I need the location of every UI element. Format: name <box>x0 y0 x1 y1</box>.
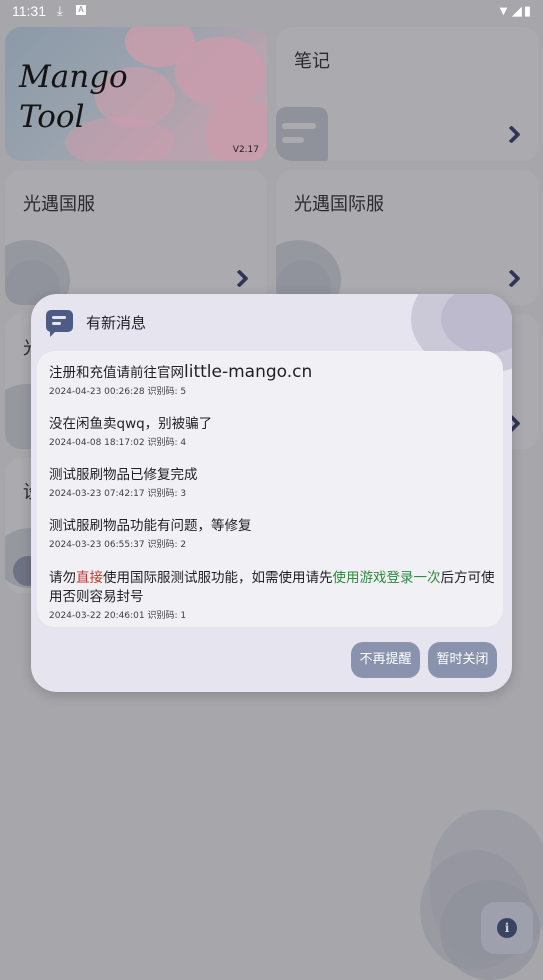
message-item: 测试服刷物品功能有问题，等修复 2024-03-23 06:55:37 识别码:… <box>49 517 495 550</box>
dialog-title: 有新消息 <box>86 314 147 332</box>
sky-cn-card[interactable]: 光遇国服 <box>5 170 267 305</box>
chevron-right-icon <box>502 269 521 288</box>
new-message-dialog: 有新消息 注册和充值请前往官网little-mango.cn 2024-04-2… <box>31 294 512 692</box>
notes-card-title: 笔记 <box>294 51 330 72</box>
chevron-right-icon <box>230 269 249 288</box>
info-icon: i <box>497 918 517 938</box>
message-item: 测试服刷物品已修复完成 2024-03-23 07:42:17 识别码: 3 <box>49 466 495 499</box>
status-bar: 11:31 ⤓ A ▼◢▮ <box>0 0 543 24</box>
dont-remind-button[interactable]: 不再提醒 <box>351 642 420 678</box>
wifi-icon: ▼ <box>496 3 512 18</box>
info-button[interactable]: i <box>481 902 533 954</box>
message-meta: 2024-03-23 07:42:17 识别码: 3 <box>49 489 187 499</box>
message-meta: 2024-04-23 00:26:28 识别码: 5 <box>49 387 187 397</box>
message-icon <box>46 310 73 337</box>
website-link[interactable]: little-mango.cn <box>184 362 312 382</box>
close-temporarily-button[interactable]: 暂时关闭 <box>428 642 497 678</box>
message-meta: 2024-04-08 18:17:02 识别码: 4 <box>49 438 187 448</box>
sky-cn-card-title: 光遇国服 <box>23 194 95 215</box>
chevron-right-icon <box>502 125 521 144</box>
clock: 11:31 <box>12 3 46 19</box>
message-list: 注册和充值请前往官网little-mango.cn 2024-04-23 00:… <box>37 351 503 627</box>
message-item: 注册和充值请前往官网little-mango.cn 2024-04-23 00:… <box>49 362 495 398</box>
message-item: 没在闲鱼卖qwq，别被骗了 2024-04-08 18:17:02 识别码: 4 <box>49 415 495 448</box>
a-badge-icon: A <box>76 5 86 15</box>
notepad-icon <box>276 107 328 161</box>
notes-card[interactable]: 笔记 <box>276 27 539 161</box>
message-item: 请勿直接使用国际服测试服功能，如需使用请先使用游戏登录一次后方可使用否则容易封号… <box>49 570 495 621</box>
app-logo: Mango Tool <box>19 59 128 135</box>
sky-intl-card[interactable]: 光遇国际服 <box>276 170 539 305</box>
signal-icon: ◢ <box>511 3 524 18</box>
app-banner: Mango Tool V2.17 <box>5 27 267 161</box>
sky-intl-card-title: 光遇国际服 <box>294 194 384 215</box>
message-meta: 2024-03-22 20:46:01 识别码: 1 <box>49 611 187 621</box>
message-meta: 2024-03-23 06:55:37 识别码: 2 <box>49 540 187 550</box>
download-icon: ⤓ <box>57 3 63 18</box>
battery-icon: ▮ <box>523 3 533 18</box>
version-label: V2.17 <box>232 145 259 155</box>
status-icons: ▼◢▮ <box>497 3 533 19</box>
